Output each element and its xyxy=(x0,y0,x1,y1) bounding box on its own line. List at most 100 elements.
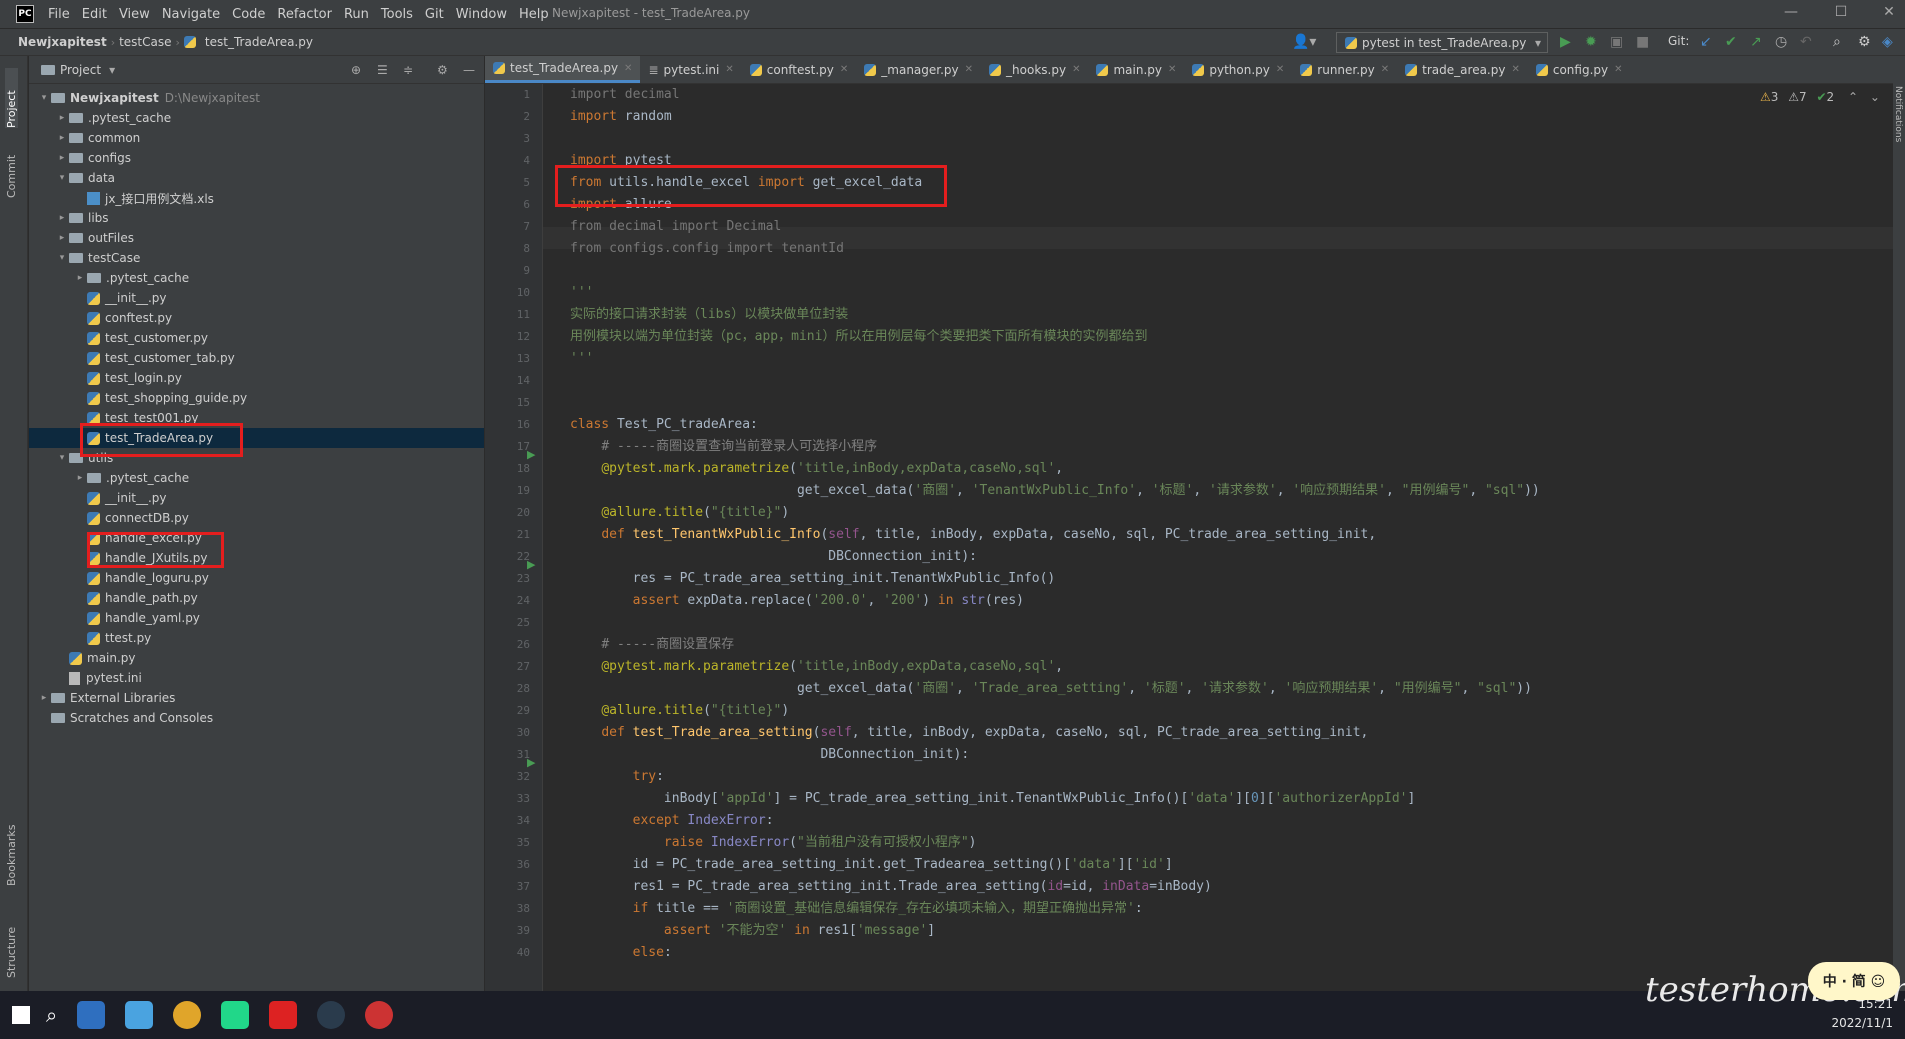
tree-item[interactable]: test_customer.py xyxy=(29,328,208,348)
close-tab-icon[interactable]: ✕ xyxy=(840,64,848,75)
close-tab-icon[interactable]: ✕ xyxy=(1381,64,1389,75)
tree-item[interactable]: ▸ .pytest_cache xyxy=(29,268,189,288)
tool-tab-notifications[interactable]: Notifications xyxy=(1893,86,1903,142)
tree-item[interactable]: ▸ .pytest_cache xyxy=(29,468,189,488)
tree-item[interactable]: conftest.py xyxy=(29,308,172,328)
tab-runner[interactable]: runner.py ✕ xyxy=(1292,56,1397,83)
chevron-right-icon[interactable]: ▸ xyxy=(55,233,69,243)
tree-item[interactable]: ▾ Newjxapitest D:\Newjxapitest xyxy=(29,88,260,108)
chevron-down-icon[interactable]: ▾ xyxy=(55,253,69,263)
tree-item[interactable]: __init__.py xyxy=(29,288,167,308)
rollback-icon[interactable]: ↶ xyxy=(1800,34,1812,50)
tree-item[interactable]: ▸ .pytest_cache xyxy=(29,108,171,128)
tree-item[interactable]: test_shopping_guide.py xyxy=(29,388,247,408)
chevron-right-icon[interactable]: ▸ xyxy=(55,113,69,123)
git-commit-icon[interactable]: ✔ xyxy=(1725,34,1737,50)
chevron-right-icon[interactable]: ▸ xyxy=(73,473,87,483)
coverage-icon[interactable]: ▣ xyxy=(1610,34,1623,50)
tree-item[interactable]: ▾ data xyxy=(29,168,115,188)
tree-item[interactable]: test_customer_tab.py xyxy=(29,348,235,368)
close-tab-icon[interactable]: ✕ xyxy=(725,64,733,75)
menu-git[interactable]: Git xyxy=(419,7,450,22)
xmind-icon[interactable] xyxy=(269,1001,298,1029)
tree-item[interactable]: ▸ External Libraries xyxy=(29,688,176,708)
chevron-right-icon[interactable]: ▸ xyxy=(73,273,87,283)
tree-item[interactable]: Scratches and Consoles xyxy=(29,708,213,728)
chevron-down-icon[interactable]: ▾ xyxy=(109,63,115,77)
tab-test-tradearea[interactable]: test_TradeArea.py ✕ xyxy=(485,56,641,83)
tab-hooks[interactable]: _hooks.py ✕ xyxy=(981,56,1088,83)
tree-item[interactable]: ttest.py xyxy=(29,628,151,648)
minimize-button[interactable]: — xyxy=(1776,4,1806,20)
tab-pytest-ini[interactable]: ≣ pytest.ini ✕ xyxy=(640,56,741,83)
close-tab-icon[interactable]: ✕ xyxy=(1072,64,1080,75)
pycharm-taskbar-icon[interactable] xyxy=(221,1001,250,1029)
chrome-icon[interactable] xyxy=(173,1001,202,1029)
tree-item[interactable]: connectDB.py xyxy=(29,508,189,528)
menu-window[interactable]: Window xyxy=(450,7,513,22)
chevron-right-icon[interactable]: ▸ xyxy=(55,153,69,163)
menu-file[interactable]: File xyxy=(42,7,76,22)
menu-navigate[interactable]: Navigate xyxy=(156,7,226,22)
tree-item[interactable]: handle_loguru.py xyxy=(29,568,209,588)
chevron-down-icon[interactable]: ▾ xyxy=(37,93,51,103)
user-icon[interactable]: 👤▾ xyxy=(1292,34,1316,50)
tab-main[interactable]: main.py ✕ xyxy=(1088,56,1184,83)
plugin-icon[interactable]: ◈ xyxy=(1882,34,1893,50)
tool-tab-project[interactable]: Project xyxy=(5,68,18,128)
menu-code[interactable]: Code xyxy=(226,7,271,22)
menu-edit[interactable]: Edit xyxy=(76,7,113,22)
maximize-button[interactable]: ☐ xyxy=(1826,4,1856,20)
tab-python[interactable]: python.py ✕ xyxy=(1184,56,1292,83)
menu-tools[interactable]: Tools xyxy=(375,7,419,22)
tree-item[interactable]: handle_path.py xyxy=(29,588,198,608)
options-gear-icon[interactable]: ⚙ xyxy=(437,63,448,77)
windows-start-icon[interactable] xyxy=(12,1006,30,1024)
run-gutter-icon[interactable]: ▶ xyxy=(527,448,535,461)
breadcrumb-folder[interactable]: testCase xyxy=(115,35,175,49)
hide-panel-icon[interactable]: — xyxy=(463,63,475,77)
tree-item[interactable]: ▸ outFiles xyxy=(29,228,134,248)
menu-refactor[interactable]: Refactor xyxy=(271,7,338,22)
chevron-down-icon[interactable]: ▾ xyxy=(55,453,69,463)
snagit-icon[interactable] xyxy=(365,1001,394,1029)
settings-icon[interactable]: ⚙ xyxy=(1858,34,1871,50)
explorer-icon[interactable] xyxy=(77,1001,106,1029)
chevron-down-icon[interactable]: ▾ xyxy=(55,173,69,183)
tree-item[interactable]: __init__.py xyxy=(29,488,167,508)
tool-tab-bookmarks[interactable]: Bookmarks xyxy=(5,816,18,886)
locate-icon[interactable]: ⊕ xyxy=(351,63,361,77)
chevron-up-icon[interactable]: ⌃ xyxy=(1848,90,1858,104)
project-panel-title[interactable]: Project xyxy=(60,63,101,77)
run-icon[interactable]: ▶ xyxy=(1560,34,1571,50)
git-push-icon[interactable]: ↗ xyxy=(1750,34,1762,50)
tab-manager[interactable]: _manager.py ✕ xyxy=(856,56,981,83)
tab-conftest[interactable]: conftest.py ✕ xyxy=(742,56,857,83)
breadcrumb-project[interactable]: Newjxapitest xyxy=(14,35,111,49)
git-update-icon[interactable]: ↙ xyxy=(1700,34,1712,50)
chevron-right-icon[interactable]: ▸ xyxy=(55,213,69,223)
browser-icon[interactable] xyxy=(125,1001,154,1029)
tool-tab-commit[interactable]: Commit xyxy=(5,138,18,198)
history-icon[interactable]: ◷ xyxy=(1775,34,1787,50)
close-tab-icon[interactable]: ✕ xyxy=(965,64,973,75)
stop-icon[interactable]: ■ xyxy=(1636,34,1649,50)
close-button[interactable]: ✕ xyxy=(1874,4,1904,20)
tool-tab-structure[interactable]: Structure xyxy=(5,908,18,978)
tree-item[interactable]: ▾ testCase xyxy=(29,248,141,268)
close-tab-icon[interactable]: ✕ xyxy=(1614,64,1622,75)
ime-indicator[interactable]: 中 · 简 ☺ xyxy=(1808,962,1900,1000)
close-tab-icon[interactable]: ✕ xyxy=(1511,64,1519,75)
close-tab-icon[interactable]: ✕ xyxy=(1276,64,1284,75)
close-tab-icon[interactable]: ✕ xyxy=(1168,64,1176,75)
tree-item[interactable]: handle_yaml.py xyxy=(29,608,200,628)
menu-help[interactable]: Help xyxy=(513,7,555,22)
postman-icon[interactable] xyxy=(317,1001,346,1029)
tree-item[interactable]: pytest.ini xyxy=(29,668,142,688)
search-icon[interactable]: ⌕ xyxy=(46,1003,57,1027)
tree-item[interactable]: main.py xyxy=(29,648,136,668)
run-gutter-icon[interactable]: ▶ xyxy=(527,558,535,571)
menu-run[interactable]: Run xyxy=(338,7,375,22)
tree-item[interactable]: ▸ common xyxy=(29,128,141,148)
tree-item[interactable]: test_login.py xyxy=(29,368,182,388)
